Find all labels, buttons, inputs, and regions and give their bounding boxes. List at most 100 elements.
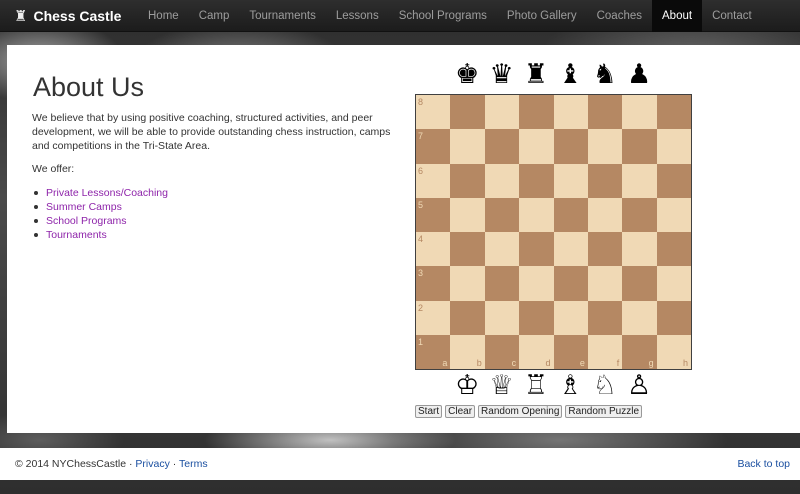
file-label: a [442,358,448,368]
board-square[interactable]: d [519,334,554,369]
board-square[interactable] [656,300,691,335]
board-square[interactable] [587,300,623,335]
board-square[interactable]: 3 [416,266,451,301]
nav-camp[interactable]: Camp [189,0,240,32]
black-queen-icon[interactable]: ♛ [484,60,518,90]
board-square[interactable] [553,197,588,232]
board-square[interactable] [622,232,657,267]
black-rook-icon[interactable]: ♜ [519,60,553,90]
black-pawn-icon[interactable]: ♟ [622,60,656,90]
nav-coaches[interactable]: Coaches [587,0,652,32]
nav-photo-gallery[interactable]: Photo Gallery [497,0,587,32]
board-square[interactable] [450,95,485,130]
board-square[interactable] [587,197,623,232]
board-square[interactable] [656,232,691,267]
board-square[interactable] [622,95,657,130]
board-square[interactable] [622,266,657,301]
board-square[interactable] [587,129,623,164]
board-square[interactable] [553,266,588,301]
board-square[interactable] [553,129,588,164]
board-square[interactable]: 1a [416,334,451,369]
board-square[interactable] [553,95,588,130]
white-queen-icon[interactable]: ♕ [484,371,518,401]
board-square[interactable] [450,300,485,335]
board-square[interactable]: b [450,334,485,369]
black-knight-icon[interactable]: ♞ [588,60,622,90]
board-square[interactable] [450,163,485,198]
board-square[interactable] [587,163,623,198]
board-square[interactable] [519,197,554,232]
board-square[interactable]: 2 [416,300,451,335]
board-square[interactable] [656,163,691,198]
black-bishop-icon[interactable]: ♝ [553,60,587,90]
nav-about[interactable]: About [652,0,703,32]
white-king-icon[interactable]: ♔ [450,371,484,401]
board-square[interactable] [484,163,520,198]
board-square[interactable] [519,129,554,164]
board-square[interactable] [656,129,691,164]
link-private-lessons[interactable]: Private Lessons/Coaching [46,186,168,200]
random-opening-button[interactable]: Random Opening [478,405,563,418]
board-square[interactable]: 6 [416,163,451,198]
board-square[interactable] [656,266,691,301]
board-square[interactable] [656,95,691,130]
board-square[interactable] [656,197,691,232]
start-button[interactable]: Start [415,405,443,418]
board-square[interactable]: h [656,334,691,369]
board-square[interactable] [450,266,485,301]
board-square[interactable]: 7 [416,129,451,164]
board-square[interactable] [622,300,657,335]
board-square[interactable] [587,266,623,301]
back-to-top-link[interactable]: Back to top [737,458,790,470]
terms-link[interactable]: Terms [179,458,208,470]
board-square[interactable] [587,95,623,130]
board-square[interactable] [622,197,657,232]
board-square[interactable]: 8 [416,95,451,130]
board-square[interactable] [519,266,554,301]
board-square[interactable] [519,300,554,335]
chess-board[interactable]: 87654321abc defgh [415,94,692,370]
board-square[interactable]: 4 [416,232,451,267]
board-square[interactable] [519,163,554,198]
board-square[interactable]: e [553,334,588,369]
board-square[interactable] [519,95,554,130]
board-square[interactable] [484,300,520,335]
board-square[interactable] [553,300,588,335]
board-square[interactable] [553,232,588,267]
white-pawn-icon[interactable]: ♙ [622,371,656,401]
file-label: d [545,358,551,368]
board-square[interactable] [450,129,485,164]
board-square[interactable] [622,129,657,164]
white-rook-icon[interactable]: ♖ [519,371,553,401]
clear-button[interactable]: Clear [445,405,476,418]
board-square[interactable] [484,197,520,232]
board-square[interactable] [484,95,520,130]
board-square[interactable] [622,163,657,198]
board-square[interactable]: c [484,334,520,369]
board-square[interactable] [553,163,588,198]
board-square[interactable]: f [587,334,623,369]
board-square[interactable] [450,232,485,267]
random-puzzle-button[interactable]: Random Puzzle [565,405,643,418]
white-bishop-icon[interactable]: ♗ [553,371,587,401]
nav-home[interactable]: Home [138,0,189,32]
nav-lessons[interactable]: Lessons [326,0,389,32]
nav-contact[interactable]: Contact [702,0,762,32]
nav-school-programs[interactable]: School Programs [389,0,497,32]
board-square[interactable] [484,129,520,164]
nav-tournaments[interactable]: Tournaments [239,0,325,32]
white-knight-icon[interactable]: ♘ [588,371,622,401]
board-square[interactable] [484,232,520,267]
board-square[interactable] [519,232,554,267]
board-square[interactable] [587,232,623,267]
board-square[interactable]: 5 [416,197,451,232]
link-summer-camps[interactable]: Summer Camps [46,200,122,214]
brand-link[interactable]: ♜ Chess Castle [0,7,138,25]
link-tournaments[interactable]: Tournaments [46,228,107,242]
black-king-icon[interactable]: ♚ [450,60,484,90]
board-square[interactable] [484,266,520,301]
board-square[interactable]: g [622,334,657,369]
privacy-link[interactable]: Privacy [135,458,169,470]
link-school-programs[interactable]: School Programs [46,214,127,228]
board-square[interactable] [450,197,485,232]
